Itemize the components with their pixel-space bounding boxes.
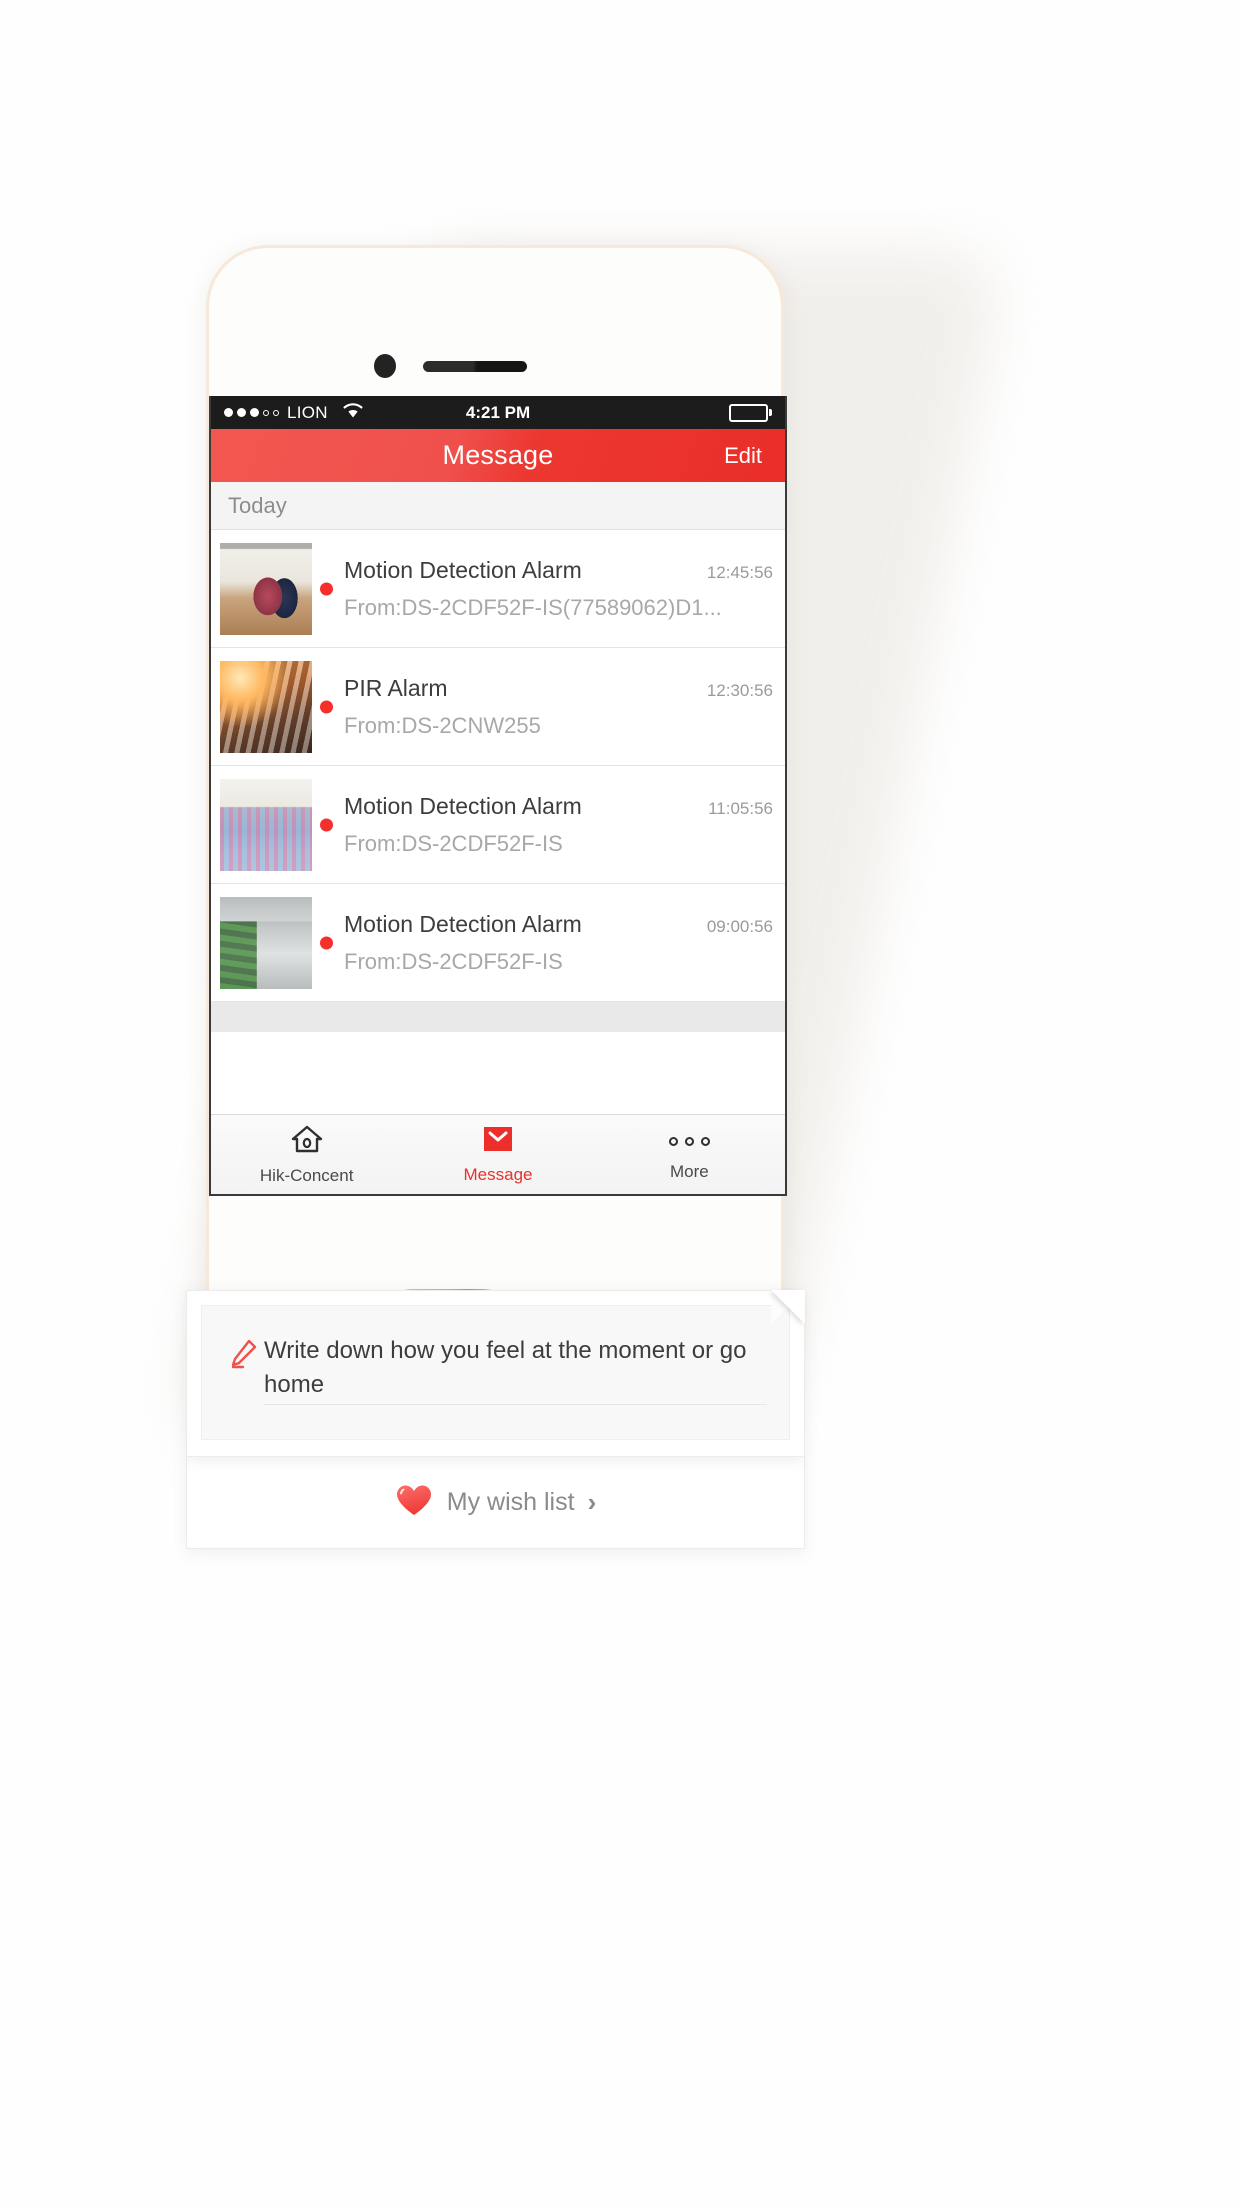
message-title: PIR Alarm <box>344 674 448 701</box>
message-time: 12:30:56 <box>706 680 773 700</box>
message-title: Motion Detection Alarm <box>344 556 582 583</box>
message-thumbnail <box>220 779 312 871</box>
tab-label: Message <box>463 1164 533 1184</box>
message-list[interactable]: Motion Detection Alarm 12:45:56 From:DS-2C… <box>211 530 785 1002</box>
bottom-tab-bar[interactable]: Hik-Concent Message More <box>211 1114 785 1194</box>
message-source: From:DS-2CNW255 <box>344 712 541 738</box>
note-input-area[interactable]: Write down how you feel at the moment or… <box>201 1305 790 1441</box>
tab-message[interactable]: Message <box>402 1115 593 1194</box>
section-header-today: Today <box>211 482 785 530</box>
wifi-icon <box>341 401 365 424</box>
list-bottom-spacer <box>211 1002 785 1032</box>
tab-label: Hik-Concent <box>259 1165 354 1185</box>
tab-label: More <box>669 1162 709 1181</box>
section-header-label: Today <box>228 492 287 518</box>
unread-dot-icon <box>320 818 333 831</box>
navigation-bar: Message Edit <box>211 429 785 482</box>
unread-dot-icon <box>320 936 333 949</box>
message-source: From:DS-2CDF52F-IS(77589062)D1... <box>344 594 722 620</box>
note-fold-corner-icon <box>771 1290 805 1324</box>
phone-screen: LION 4:21 PM Message Edit Today Motion D… <box>209 396 787 1196</box>
unread-dot-icon <box>320 582 333 595</box>
home-icon <box>290 1124 324 1159</box>
note-overlay: Write down how you feel at the moment or… <box>186 1290 805 1550</box>
earpiece-speaker <box>423 361 527 372</box>
status-bar: LION 4:21 PM <box>211 396 785 429</box>
battery-full-icon <box>729 403 772 422</box>
front-camera-icon <box>374 354 396 378</box>
message-thumbnail <box>220 543 312 635</box>
unread-dot-icon <box>320 700 333 713</box>
more-dots-icon <box>668 1127 710 1155</box>
message-body: Motion Detection Alarm 11:05:56 From:DS-2C… <box>312 766 785 883</box>
message-row[interactable]: PIR Alarm 12:30:56 From:DS-2CNW255 <box>211 648 785 766</box>
chevron-right-icon: › <box>587 1487 597 1518</box>
edit-button[interactable]: Edit <box>724 443 762 469</box>
message-thumbnail <box>220 897 312 989</box>
message-row[interactable]: Motion Detection Alarm 09:00:56 From:DS-2C… <box>211 884 785 1002</box>
phone-device-frame: LION 4:21 PM Message Edit Today Motion D… <box>206 245 787 1400</box>
message-source: From:DS-2CDF52F-IS <box>344 948 563 974</box>
message-title-row: Motion Detection Alarm 12:45:56 <box>344 557 773 584</box>
tab-more[interactable]: More <box>594 1115 785 1194</box>
message-title-row: Motion Detection Alarm 11:05:56 <box>344 793 773 820</box>
message-title: Motion Detection Alarm <box>344 910 582 937</box>
message-title-row: PIR Alarm 12:30:56 <box>344 675 773 702</box>
message-title: Motion Detection Alarm <box>344 792 582 819</box>
message-row[interactable]: Motion Detection Alarm 12:45:56 From:DS-2C… <box>211 530 785 648</box>
wishlist-button[interactable]: My wish list › <box>186 1457 805 1550</box>
message-time: 12:45:56 <box>706 562 773 582</box>
note-card[interactable]: Write down how you feel at the moment or… <box>186 1290 805 1458</box>
message-source: From:DS-2CDF52F-IS <box>344 830 563 856</box>
message-time: 11:05:56 <box>708 798 773 818</box>
page-root: LION 4:21 PM Message Edit Today Motion D… <box>0 0 1242 2208</box>
pencil-icon <box>224 1336 264 1377</box>
envelope-icon <box>482 1125 514 1158</box>
message-row[interactable]: Motion Detection Alarm 11:05:56 From:DS-2C… <box>211 766 785 884</box>
heart-icon <box>395 1483 433 1522</box>
carrier-name: LION <box>287 402 328 422</box>
tab-hik-concent[interactable]: Hik-Concent <box>211 1115 402 1194</box>
device-top-hardware <box>209 351 781 379</box>
note-text: Write down how you feel at the moment or… <box>264 1334 767 1406</box>
message-body: Motion Detection Alarm 12:45:56 From:DS-2C… <box>312 530 785 647</box>
wishlist-label: My wish list <box>446 1488 575 1517</box>
page-title: Message <box>442 440 554 470</box>
message-body: PIR Alarm 12:30:56 From:DS-2CNW255 <box>312 648 785 765</box>
message-title-row: Motion Detection Alarm 09:00:56 <box>344 911 773 938</box>
message-body: Motion Detection Alarm 09:00:56 From:DS-2C… <box>312 884 785 1001</box>
message-time: 09:00:56 <box>706 916 773 936</box>
message-thumbnail <box>220 661 312 753</box>
signal-strength-icon <box>224 408 279 417</box>
